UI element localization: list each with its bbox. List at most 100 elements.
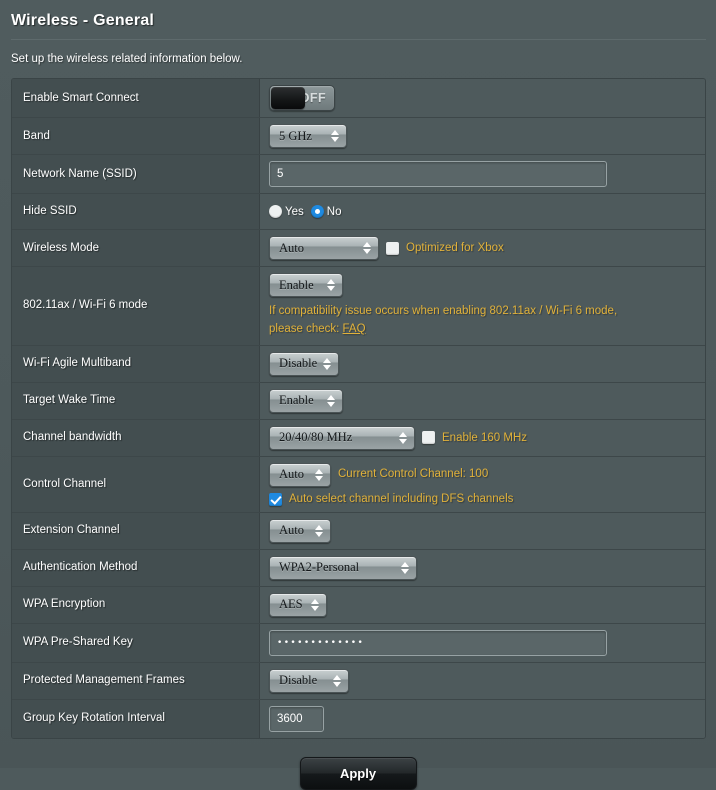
row-hide-ssid: Hide SSID Yes No — [12, 194, 705, 230]
hide-ssid-radio-no[interactable]: No — [310, 205, 342, 218]
ssid-input[interactable]: 5 — [269, 161, 607, 187]
settings-table: Enable Smart Connect OFF Band 5 GHz Netw… — [11, 78, 706, 739]
chevron-updown-icon — [399, 431, 407, 444]
band-select[interactable]: 5 GHz — [269, 124, 347, 148]
target-wake-time-value: Enable — [279, 393, 314, 408]
row-extension-channel: Extension Channel Auto — [12, 512, 705, 550]
control-channel-line-1: Auto Current Control Channel: 100 — [269, 462, 489, 487]
value-extension-channel: Auto — [260, 513, 705, 549]
value-band: 5 GHz — [260, 118, 705, 154]
enable-160mhz-label[interactable]: Enable 160 MHz — [442, 432, 527, 444]
ax-mode-select[interactable]: Enable — [269, 273, 343, 297]
value-control-channel: Auto Current Control Channel: 100 Auto s… — [260, 457, 705, 512]
optimized-for-xbox-checkbox[interactable] — [386, 241, 399, 255]
control-channel-select[interactable]: Auto — [269, 462, 331, 487]
label-group-key: Group Key Rotation Interval — [12, 699, 260, 738]
value-smart-connect: OFF — [260, 79, 705, 117]
channel-bandwidth-value: 20/40/80 MHz — [279, 430, 353, 445]
auth-method-value: WPA2-Personal — [279, 560, 360, 575]
value-psk: ••••••••••••• — [260, 624, 705, 662]
row-auth-method: Authentication Method WPA2-Personal — [12, 549, 705, 587]
group-key-input[interactable]: 3600 — [269, 705, 324, 732]
wpa-encryption-value: AES — [279, 597, 303, 612]
value-agile-multiband: Disable — [260, 346, 705, 382]
chevron-updown-icon — [315, 468, 323, 481]
chevron-updown-icon — [333, 674, 341, 687]
chevron-updown-icon — [311, 598, 319, 611]
wpa-encryption-select[interactable]: AES — [269, 592, 327, 617]
ax-mode-hint-line1: If compatibility issue occurs when enabl… — [269, 305, 618, 317]
value-target-wake-time: Enable — [260, 383, 705, 419]
label-agile-multiband: Wi-Fi Agile Multiband — [12, 345, 260, 382]
ax-mode-hint-line2: please check: — [269, 322, 340, 335]
row-wpa-encryption: WPA Encryption AES — [12, 586, 705, 624]
chevron-updown-icon — [327, 394, 335, 407]
radio-selected-icon — [310, 205, 324, 218]
row-target-wake-time: Target Wake Time Enable — [12, 382, 705, 420]
hide-ssid-radio-yes[interactable]: Yes — [269, 205, 304, 218]
faq-link[interactable]: FAQ — [343, 323, 366, 335]
smart-connect-toggle[interactable]: OFF — [269, 85, 335, 111]
page-title: Wireless - General — [11, 12, 155, 29]
dfs-auto-select-checkbox[interactable] — [269, 492, 282, 506]
value-wireless-mode: Auto Optimized for Xbox — [260, 230, 705, 266]
wireless-mode-select[interactable]: Auto — [269, 236, 379, 260]
channel-bandwidth-select[interactable]: 20/40/80 MHz — [269, 425, 415, 450]
control-channel-line-2: Auto select channel including DFS channe… — [269, 492, 513, 506]
hide-ssid-no-label: No — [326, 205, 342, 218]
wireless-mode-value: Auto — [279, 240, 304, 255]
label-wireless-mode: Wireless Mode — [12, 230, 260, 266]
control-channel-value: Auto — [279, 467, 304, 482]
extension-channel-value: Auto — [279, 523, 304, 538]
wireless-general-page: Wireless - General Set up the wireless r… — [0, 0, 716, 790]
row-band: Band 5 GHz — [12, 118, 705, 155]
enable-160mhz-checkbox[interactable] — [422, 431, 435, 445]
psk-masked-value: ••••••••••••• — [277, 637, 365, 648]
label-wpa-encryption: WPA Encryption — [12, 586, 260, 623]
extension-channel-select[interactable]: Auto — [269, 518, 331, 543]
label-hide-ssid: Hide SSID — [12, 194, 260, 229]
chevron-updown-icon — [327, 279, 335, 291]
chevron-updown-icon — [323, 357, 331, 370]
agile-multiband-select[interactable]: Disable — [269, 351, 339, 376]
label-pmf: Protected Management Frames — [12, 662, 260, 699]
row-ssid: Network Name (SSID) 5 — [12, 155, 705, 194]
row-agile-multiband: Wi-Fi Agile Multiband Disable — [12, 345, 705, 383]
apply-button[interactable]: Apply — [299, 756, 417, 790]
pmf-select[interactable]: Disable — [269, 668, 349, 693]
label-auth-method: Authentication Method — [12, 549, 260, 586]
label-target-wake-time: Target Wake Time — [12, 382, 260, 419]
row-channel-bandwidth: Channel bandwidth 20/40/80 MHz Enable 16… — [12, 419, 705, 457]
dfs-auto-select-label[interactable]: Auto select channel including DFS channe… — [289, 493, 513, 505]
value-wpa-encryption: AES — [260, 587, 705, 623]
hide-ssid-radio-group: Yes No — [269, 205, 341, 218]
value-auth-method: WPA2-Personal — [260, 550, 705, 586]
psk-input[interactable]: ••••••••••••• — [269, 629, 607, 656]
label-psk: WPA Pre-Shared Key — [12, 623, 260, 662]
page-subtitle: Set up the wireless related information … — [11, 53, 243, 65]
value-ssid: 5 — [260, 155, 705, 193]
row-group-key: Group Key Rotation Interval 3600 — [12, 699, 705, 738]
label-smart-connect: Enable Smart Connect — [12, 79, 260, 117]
row-wireless-mode: Wireless Mode Auto Optimized for Xbox — [12, 230, 705, 267]
label-ax-mode: 802.11ax / Wi-Fi 6 mode — [12, 267, 260, 345]
chevron-updown-icon — [401, 561, 409, 574]
hide-ssid-yes-label: Yes — [285, 205, 304, 218]
ax-mode-hint: If compatibility issue occurs when enabl… — [269, 303, 617, 339]
row-pmf: Protected Management Frames Disable — [12, 662, 705, 700]
label-control-channel: Control Channel — [12, 456, 260, 512]
ax-mode-value: Enable — [279, 277, 314, 292]
label-extension-channel: Extension Channel — [12, 512, 260, 549]
value-hide-ssid: Yes No — [260, 194, 705, 229]
label-band: Band — [12, 118, 260, 154]
auth-method-select[interactable]: WPA2-Personal — [269, 555, 417, 580]
current-control-channel-text: Current Control Channel: 100 — [338, 467, 489, 480]
target-wake-time-select[interactable]: Enable — [269, 388, 343, 413]
toggle-knob — [271, 87, 305, 109]
value-group-key: 3600 — [260, 700, 705, 738]
row-smart-connect: Enable Smart Connect OFF — [12, 79, 705, 118]
value-pmf: Disable — [260, 663, 705, 699]
optimized-for-xbox-label[interactable]: Optimized for Xbox — [406, 242, 504, 254]
pmf-value: Disable — [279, 673, 318, 688]
agile-multiband-value: Disable — [279, 356, 318, 371]
